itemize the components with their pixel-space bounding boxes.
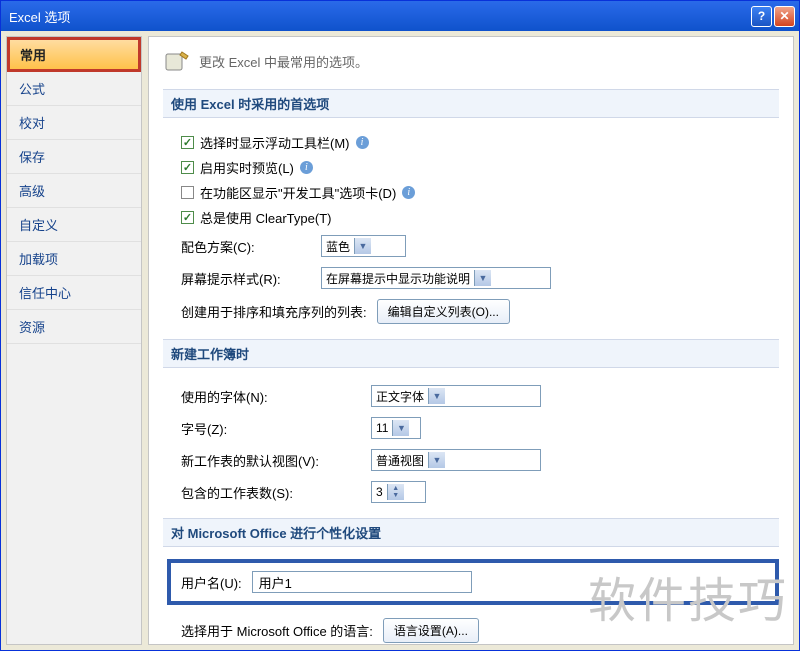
font-value: 正文字体 <box>376 388 424 405</box>
settings-icon <box>163 47 191 75</box>
info-icon[interactable]: i <box>402 186 415 199</box>
opt-dev-tab-row: 在功能区显示"开发工具"选项卡(D) i <box>163 180 779 205</box>
view-dropdown[interactable]: 普通视图 ▼ <box>371 449 541 471</box>
sidebar-item-trust[interactable]: 信任中心 <box>7 276 141 310</box>
font-row: 使用的字体(N): 正文字体 ▼ <box>163 380 779 412</box>
titlebar[interactable]: Excel 选项 ? ✕ <box>1 1 799 31</box>
label-dev-tab: 在功能区显示"开发工具"选项卡(D) <box>200 183 396 202</box>
sidebar-item-save[interactable]: 保存 <box>7 140 141 174</box>
checkbox-cleartype[interactable] <box>181 211 194 224</box>
size-label: 字号(Z): <box>181 419 361 438</box>
sheets-row: 包含的工作表数(S): 3 ▲▼ <box>163 476 779 508</box>
spinner-arrows-icon: ▲▼ <box>387 484 404 500</box>
sidebar-item-advanced[interactable]: 高级 <box>7 174 141 208</box>
sheets-spinner[interactable]: 3 ▲▼ <box>371 481 426 503</box>
content-area: 常用 公式 校对 保存 高级 自定义 加载项 信任中心 资源 更改 Excel … <box>1 31 799 650</box>
sidebar-item-proofing[interactable]: 校对 <box>7 106 141 140</box>
size-row: 字号(Z): 11 ▼ <box>163 412 779 444</box>
sheets-label: 包含的工作表数(S): <box>181 483 361 502</box>
lang-label: 选择用于 Microsoft Office 的语言: <box>181 621 373 640</box>
sidebar: 常用 公式 校对 保存 高级 自定义 加载项 信任中心 资源 <box>6 36 142 645</box>
checkbox-float-toolbar[interactable] <box>181 136 194 149</box>
opt-cleartype-row: 总是使用 ClearType(T) <box>163 205 779 230</box>
main-panel: 更改 Excel 中最常用的选项。 使用 Excel 时采用的首选项 选择时显示… <box>148 36 794 645</box>
chevron-down-icon: ▼ <box>428 452 445 468</box>
chevron-down-icon: ▼ <box>428 388 445 404</box>
titlebar-buttons: ? ✕ <box>751 6 795 27</box>
language-settings-button[interactable]: 语言设置(A)... <box>383 618 479 643</box>
lang-row: 选择用于 Microsoft Office 的语言: 语言设置(A)... <box>163 613 779 645</box>
tooltip-style-label: 屏幕提示样式(R): <box>181 269 311 288</box>
opt-float-toolbar-row: 选择时显示浮动工具栏(M) i <box>163 130 779 155</box>
view-label: 新工作表的默认视图(V): <box>181 451 361 470</box>
username-highlight: 用户名(U): <box>167 559 779 605</box>
options-dialog: Excel 选项 ? ✕ 常用 公式 校对 保存 高级 自定义 加载项 信任中心… <box>0 0 800 651</box>
sidebar-item-customize[interactable]: 自定义 <box>7 208 141 242</box>
custom-list-label: 创建用于排序和填充序列的列表: <box>181 302 367 321</box>
font-label: 使用的字体(N): <box>181 387 361 406</box>
label-float-toolbar: 选择时显示浮动工具栏(M) <box>200 133 350 152</box>
checkbox-dev-tab[interactable] <box>181 186 194 199</box>
username-label: 用户名(U): <box>181 573 242 592</box>
checkbox-live-preview[interactable] <box>181 161 194 174</box>
sidebar-item-common[interactable]: 常用 <box>7 37 141 72</box>
info-icon[interactable]: i <box>300 161 313 174</box>
tooltip-style-value: 在屏幕提示中显示功能说明 <box>326 270 470 287</box>
group-preferences-title: 使用 Excel 时采用的首选项 <box>163 89 779 118</box>
page-header: 更改 Excel 中最常用的选项。 <box>163 47 779 75</box>
chevron-down-icon: ▼ <box>392 420 409 436</box>
view-row: 新工作表的默认视图(V): 普通视图 ▼ <box>163 444 779 476</box>
group-newworkbook-title: 新建工作簿时 <box>163 339 779 368</box>
color-scheme-row: 配色方案(C): 蓝色 ▼ <box>163 230 779 262</box>
window-title: Excel 选项 <box>9 7 70 26</box>
page-subtitle: 更改 Excel 中最常用的选项。 <box>199 52 368 71</box>
chevron-down-icon: ▼ <box>354 238 371 254</box>
close-button[interactable]: ✕ <box>774 6 795 27</box>
username-input[interactable] <box>252 571 472 593</box>
color-scheme-value: 蓝色 <box>326 238 350 255</box>
custom-list-row: 创建用于排序和填充序列的列表: 编辑自定义列表(O)... <box>163 294 779 329</box>
edit-custom-list-button[interactable]: 编辑自定义列表(O)... <box>377 299 510 324</box>
tooltip-style-row: 屏幕提示样式(R): 在屏幕提示中显示功能说明 ▼ <box>163 262 779 294</box>
sheets-value: 3 <box>376 485 383 499</box>
size-value: 11 <box>376 421 388 435</box>
chevron-down-icon: ▼ <box>474 270 491 286</box>
sidebar-item-addins[interactable]: 加载项 <box>7 242 141 276</box>
sidebar-item-resources[interactable]: 资源 <box>7 310 141 344</box>
tooltip-style-dropdown[interactable]: 在屏幕提示中显示功能说明 ▼ <box>321 267 551 289</box>
info-icon[interactable]: i <box>356 136 369 149</box>
group-personalize-title: 对 Microsoft Office 进行个性化设置 <box>163 518 779 547</box>
color-scheme-label: 配色方案(C): <box>181 237 311 256</box>
font-dropdown[interactable]: 正文字体 ▼ <box>371 385 541 407</box>
size-dropdown[interactable]: 11 ▼ <box>371 417 421 439</box>
color-scheme-dropdown[interactable]: 蓝色 ▼ <box>321 235 406 257</box>
view-value: 普通视图 <box>376 452 424 469</box>
help-button[interactable]: ? <box>751 6 772 27</box>
label-live-preview: 启用实时预览(L) <box>200 158 294 177</box>
sidebar-item-formulas[interactable]: 公式 <box>7 72 141 106</box>
label-cleartype: 总是使用 ClearType(T) <box>200 208 331 227</box>
opt-live-preview-row: 启用实时预览(L) i <box>163 155 779 180</box>
